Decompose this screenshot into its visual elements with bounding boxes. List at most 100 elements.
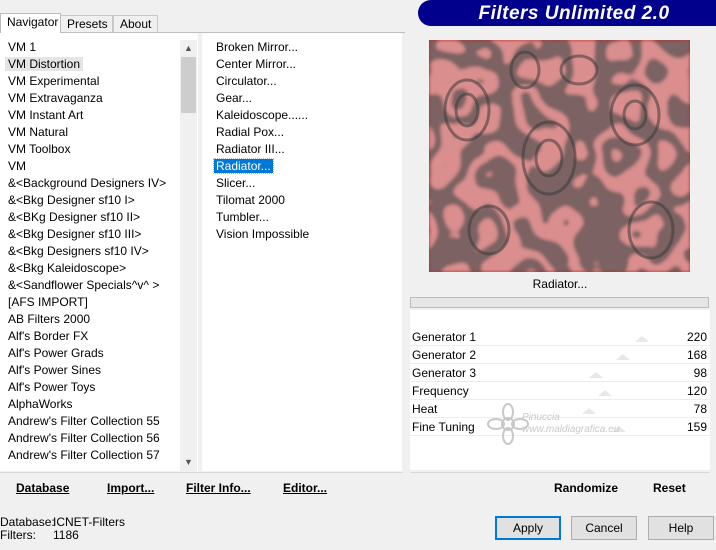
preview-image [429, 40, 690, 272]
category-item[interactable]: Alf's Power Grads [0, 345, 180, 362]
param-value: 78 [693, 402, 707, 416]
tab-navigator[interactable]: Navigator [0, 13, 61, 33]
preview-filter-name: Radiator... [532, 277, 588, 291]
category-item-label: AlphaWorks [8, 397, 73, 411]
filter-list-panel: Broken Mirror... Center Mirror... Circulat… [202, 33, 402, 471]
filter-item[interactable]: Vision Impossible [214, 226, 311, 243]
category-item[interactable]: AlphaWorks [0, 396, 180, 413]
category-item[interactable]: &<Bkg Designer sf10 I> [0, 192, 180, 209]
param-row[interactable]: Generator 3 98 [410, 364, 710, 382]
category-item[interactable]: VM Natural [0, 124, 180, 141]
category-item-label: &<Bkg Designer sf10 III> [8, 227, 142, 241]
category-item[interactable]: [AFS IMPORT] [0, 294, 180, 311]
progress-bar [410, 297, 709, 308]
filter-item-label: Broken Mirror... [216, 40, 299, 54]
category-item[interactable]: Alf's Border FX [0, 328, 180, 345]
randomize-button[interactable]: Randomize [554, 481, 618, 495]
category-item-label: &<BKg Designer sf10 II> [8, 210, 141, 224]
filter-item[interactable]: Radiator III... [214, 141, 311, 158]
filter-item-label: Tilomat 2000 [216, 193, 285, 207]
param-row[interactable]: Generator 2 168 [410, 346, 710, 364]
category-item-label: VM Extravaganza [8, 91, 103, 105]
left-toolbar: Database Import... Filter Info... Editor… [0, 472, 403, 503]
database-button[interactable]: Database [16, 481, 69, 495]
category-item[interactable]: Alf's Power Toys [0, 379, 180, 396]
scroll-up-icon[interactable]: ▲ [180, 40, 197, 57]
filter-item-label: Radial Pox... [216, 125, 285, 139]
param-slider[interactable] [560, 330, 655, 344]
category-list[interactable]: VM 1 VM Distortion VM Experimental VM Extra… [0, 39, 180, 464]
category-item[interactable]: Andrew's Filter Collection 55 [0, 413, 180, 430]
category-item[interactable]: VM Instant Art [0, 107, 180, 124]
filters-count-label: Filters: [0, 528, 36, 542]
filter-item-label: Center Mirror... [216, 57, 297, 71]
filter-item[interactable]: Slicer... [214, 175, 311, 192]
param-slider[interactable] [560, 420, 655, 434]
slider-thumb-icon[interactable] [634, 336, 649, 342]
category-item[interactable]: AB Filters 2000 [0, 311, 180, 328]
tab-about[interactable]: About [113, 15, 158, 32]
param-value: 120 [686, 384, 707, 398]
category-item[interactable]: Alf's Power Sines [0, 362, 180, 379]
filter-item-label: Radiator III... [216, 142, 285, 156]
param-row[interactable]: Heat 78 [410, 400, 710, 418]
category-item[interactable]: VM Extravaganza [0, 90, 180, 107]
scroll-down-icon[interactable]: ▼ [180, 454, 197, 471]
help-button[interactable]: Help [648, 516, 714, 540]
param-row[interactable]: Generator 1 220 [410, 328, 710, 346]
category-item-label: [AFS IMPORT] [8, 295, 88, 309]
slider-thumb-icon[interactable] [615, 354, 630, 360]
param-label: Fine Tuning [412, 420, 475, 434]
filter-item[interactable]: Center Mirror... [214, 56, 311, 73]
category-item[interactable]: VM Distortion [0, 56, 180, 73]
param-slider[interactable] [560, 384, 655, 398]
filter-item[interactable]: Broken Mirror... [214, 39, 311, 56]
filter-item[interactable]: Radiator... [213, 158, 311, 175]
category-item-label: VM Distortion [5, 57, 84, 71]
slider-thumb-icon[interactable] [611, 426, 626, 432]
tab-presets[interactable]: Presets [60, 15, 113, 32]
filter-item[interactable]: Circulator... [214, 73, 311, 90]
param-row[interactable]: Fine Tuning 159 [410, 418, 710, 436]
apply-button[interactable]: Apply [495, 516, 561, 540]
category-item[interactable]: &<BKg Designer sf10 II> [0, 209, 180, 226]
param-slider[interactable] [560, 348, 655, 362]
category-item[interactable]: &<Bkg Designer sf10 III> [0, 226, 180, 243]
category-item-label: &<Bkg Designer sf10 I> [8, 193, 135, 207]
filter-item[interactable]: Radial Pox... [214, 124, 311, 141]
app-title: Filters Unlimited 2.0 [478, 3, 670, 24]
slider-thumb-icon[interactable] [582, 408, 597, 414]
filter-item[interactable]: Tumbler... [214, 209, 311, 226]
param-row[interactable]: Frequency 120 [410, 382, 710, 400]
category-scrollbar[interactable]: ▲ ▼ [180, 40, 197, 471]
import-button[interactable]: Import... [107, 481, 154, 495]
category-item[interactable]: Andrew's Filter Collection 56 [0, 430, 180, 447]
filter-item[interactable]: Tilomat 2000 [214, 192, 311, 209]
category-item[interactable]: VM 1 [0, 39, 180, 56]
category-item[interactable]: &<Background Designers IV> [0, 175, 180, 192]
category-item[interactable]: VM Experimental [0, 73, 180, 90]
category-item[interactable]: VM Toolbox [0, 141, 180, 158]
param-slider[interactable] [560, 402, 655, 416]
param-slider[interactable] [560, 366, 655, 380]
parameter-panel: Generator 1 220 Generator 2 168 Generator 3 9… [410, 310, 710, 470]
filter-item[interactable]: Gear... [214, 90, 311, 107]
scroll-thumb[interactable] [181, 57, 196, 113]
slider-thumb-icon[interactable] [589, 372, 604, 378]
filter-item[interactable]: Kaleidoscope...... [214, 107, 311, 124]
param-label: Heat [412, 402, 438, 416]
filter-list[interactable]: Broken Mirror... Center Mirror... Circulat… [213, 39, 311, 243]
filter-info-button[interactable]: Filter Info... [186, 481, 251, 495]
category-item-label: &<Bkg Kaleidoscope> [8, 261, 127, 275]
cancel-button[interactable]: Cancel [571, 516, 637, 540]
editor-button[interactable]: Editor... [283, 481, 327, 495]
category-item[interactable]: &<Bkg Kaleidoscope> [0, 260, 180, 277]
category-item[interactable]: &<Bkg Designers sf10 IV> [0, 243, 180, 260]
category-item[interactable]: &<Sandflower Specials^v^ > [0, 277, 180, 294]
reset-button[interactable]: Reset [653, 481, 686, 495]
status-area: Database: ICNET-Filters Filters: 1186 [0, 516, 200, 546]
category-item[interactable]: VM [0, 158, 180, 175]
category-item-label: Andrew's Filter Collection 57 [8, 448, 160, 462]
category-item[interactable]: Andrew's Filter Collection 57 [0, 447, 180, 464]
slider-thumb-icon[interactable] [597, 390, 612, 396]
